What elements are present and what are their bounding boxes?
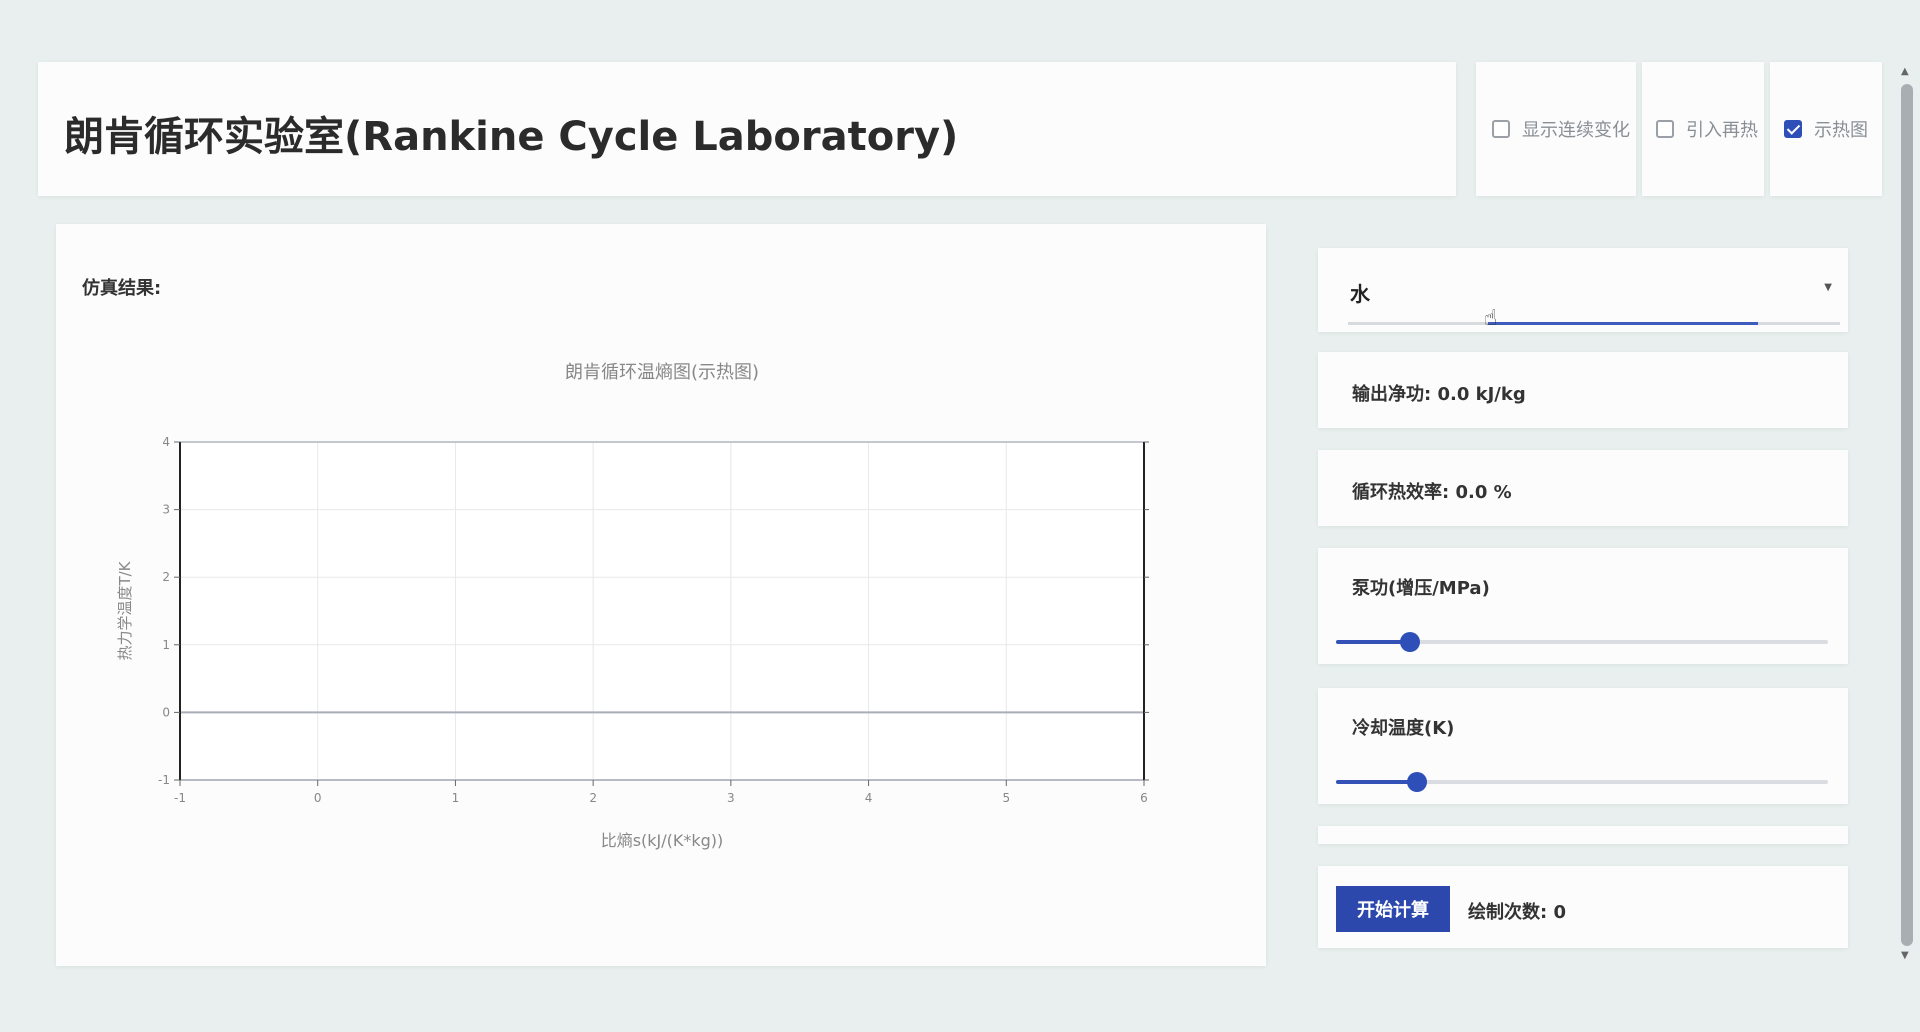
option-card-continuous: 显示连续变化 [1476, 62, 1636, 196]
x-tick-label: 6 [1140, 791, 1148, 805]
header-card: 朗肯循环实验室(Rankine Cycle Laboratory) [38, 62, 1456, 196]
pump-work-card: 泵功(增压/MPa) [1318, 548, 1848, 664]
net-work-card: 输出净功: 0.0 kJ/kg [1318, 352, 1848, 428]
results-panel: 仿真结果: -1 0 1 2 3 4 5 6 -1 0 1 2 3 4 朗肯循环温熵图(示热图) 比熵s(kJ… [56, 224, 1266, 966]
slider-thumb[interactable] [1407, 772, 1428, 792]
x-tick-label: 0 [314, 791, 322, 805]
efficiency-label: 循环热效率: [1352, 482, 1450, 503]
option-reheat[interactable]: 引入再热 [1656, 116, 1758, 142]
action-card: 开始计算 绘制次数: 0 [1318, 866, 1848, 948]
net-work-readout: 输出净功: 0.0 kJ/kg [1352, 380, 1526, 406]
slider-thumb[interactable] [1399, 632, 1420, 652]
cooling-temperature-label: 冷却温度(K) [1352, 718, 1455, 739]
draw-count-label: 绘制次数: [1468, 902, 1548, 923]
option-ts-diagram[interactable]: 示热图 [1784, 116, 1868, 142]
plot-area [180, 442, 1144, 780]
start-calculation-button[interactable]: 开始计算 [1336, 886, 1450, 932]
x-tick-label: 2 [589, 791, 597, 805]
scrollbar-thumb[interactable] [1901, 84, 1913, 946]
page-title: 朗肯循环实验室(Rankine Cycle Laboratory) [64, 114, 959, 160]
option-label: 引入再热 [1686, 120, 1758, 141]
scroll-down-arrow-icon[interactable]: ▼ [1901, 950, 1909, 961]
y-tick-label: 0 [162, 705, 170, 719]
checkbox-continuous-change[interactable] [1492, 120, 1510, 138]
draw-count-value: 0 [1553, 902, 1567, 923]
draw-count-readout: 绘制次数: 0 [1468, 898, 1566, 924]
app-root: 朗肯循环实验室(Rankine Cycle Laboratory) 显示连续变化… [0, 0, 1920, 1032]
option-continuous-change[interactable]: 显示连续变化 [1492, 116, 1630, 142]
vertical-scrollbar[interactable]: ▲ ▼ [1898, 62, 1916, 966]
y-tick-label: 3 [162, 503, 170, 517]
empty-card [1318, 826, 1848, 844]
x-tick-label: 1 [452, 791, 460, 805]
hand-cursor-icon: ☝ [1484, 306, 1498, 331]
efficiency-readout: 循环热效率: 0.0 % [1352, 478, 1512, 504]
cooling-temperature-card: 冷却温度(K) [1318, 688, 1848, 804]
checkbox-reheat[interactable] [1656, 120, 1674, 138]
net-work-value: 0.0 kJ/kg [1437, 384, 1526, 405]
scroll-up-arrow-icon[interactable]: ▲ [1901, 66, 1909, 77]
select-underline-active [1488, 322, 1758, 325]
option-label: 示热图 [1814, 120, 1868, 141]
net-work-label: 输出净功: [1352, 384, 1432, 405]
x-tick-label: 4 [865, 791, 873, 805]
cooling-temperature-slider[interactable] [1336, 772, 1828, 792]
pump-work-slider[interactable] [1336, 632, 1828, 652]
efficiency-value: 0.0 % [1455, 482, 1512, 503]
fluid-selected-value: 水 [1350, 282, 1370, 306]
chevron-down-icon[interactable]: ▼ [1824, 282, 1832, 293]
efficiency-card: 循环热效率: 0.0 % [1318, 450, 1848, 526]
slider-fill [1336, 640, 1410, 644]
option-label: 显示连续变化 [1522, 120, 1630, 141]
select-underline [1348, 322, 1840, 325]
y-tick-label: -1 [158, 773, 170, 787]
option-card-reheat: 引入再热 [1642, 62, 1764, 196]
y-tick-label: 1 [162, 638, 170, 652]
x-axis-label: 比熵s(kJ/(K*kg)) [601, 831, 724, 850]
option-card-ts-diagram: 示热图 [1770, 62, 1882, 196]
x-tick-label: 3 [727, 791, 735, 805]
slider-fill [1336, 780, 1418, 784]
chart-title: 朗肯循环温熵图(示热图) [565, 362, 759, 383]
pump-work-label: 泵功(增压/MPa) [1352, 578, 1490, 599]
y-tick-label: 2 [162, 570, 170, 584]
x-tick-label: 5 [1002, 791, 1010, 805]
checkbox-ts-diagram[interactable] [1784, 120, 1802, 138]
fluid-select[interactable]: 水 ▼ ☝ [1318, 248, 1848, 332]
y-axis-label: 热力学温度T/K [116, 560, 134, 660]
ts-chart: -1 0 1 2 3 4 5 6 -1 0 1 2 3 4 朗肯循环温熵图(示热图) 比熵s(kJ/(K*kg… [116, 362, 1149, 850]
y-tick-label: 4 [162, 435, 170, 449]
x-tick-label: -1 [174, 791, 186, 805]
